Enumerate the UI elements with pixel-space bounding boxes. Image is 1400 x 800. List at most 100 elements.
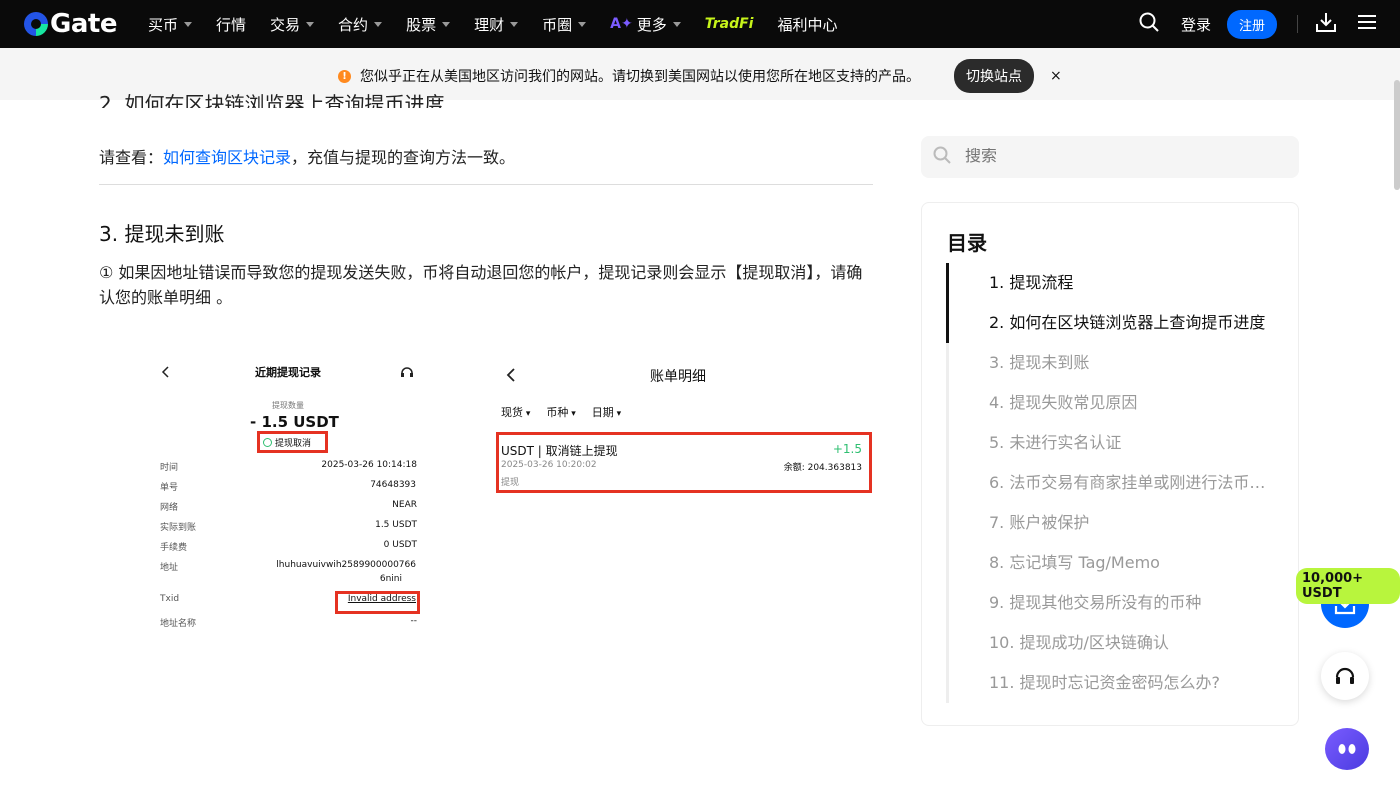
detail-label: 实际到账 [160,523,197,533]
toc-item[interactable]: 11. 提现时忘记资金密码怎么办? [989,663,1269,703]
menu-icon[interactable] [1358,14,1376,34]
bill-entry-balance: 余额: 204.363813 [783,463,862,473]
check-icon [263,438,272,447]
detail-value: 0 USDT [383,540,417,550]
signup-button[interactable]: 注册 [1226,9,1277,39]
shot2-filter: 日期 ▾ [591,406,622,419]
chevron-down-icon [510,21,519,27]
toc-title: 目录 [947,231,987,255]
toc-item[interactable]: 2. 如何在区块链浏览器上查询提币进度 [989,303,1269,343]
chevron-down-icon [672,21,681,27]
section-heading: 3. 提现未到账 [99,222,225,246]
toc-item[interactable]: 7. 账户被保护 [989,503,1269,543]
detail-label: 地址名称 [160,619,197,629]
reward-badge[interactable]: 10,000+ USDT [1296,568,1400,604]
download-icon[interactable] [1316,12,1336,36]
detail-label: Txid [160,594,180,604]
nav-menu: 买币 行情 交易 合约 股票 理财 币圈 A✦ 更多 TradFi 福利中心 [148,0,861,48]
search-icon [933,146,951,168]
toc-item[interactable]: 4. 提现失败常见原因 [989,383,1269,423]
section-divider [99,184,873,185]
detail-label: 时间 [160,463,179,473]
bill-entry-title: USDT | 取消链上提现 [501,444,618,458]
gate-logo-icon [24,12,48,36]
toc-item[interactable]: 8. 忘记填写 Tag/Memo [989,543,1269,583]
nav-right: 登录 注册 [1139,0,1376,48]
detail-label: 网络 [160,503,179,513]
nav-item-4[interactable]: 股票 [406,14,451,35]
search-input[interactable] [965,148,1265,166]
chevron-down-icon: ▾ [523,409,531,419]
detail-value: 1.5 USDT [375,520,417,530]
close-icon[interactable]: × [1050,68,1062,84]
switch-site-button[interactable]: 切换站点 [954,59,1034,93]
toc-rail-active [946,263,949,343]
nav-item-6[interactable]: 币圈 [542,14,587,35]
headset-icon [1335,667,1355,684]
paragraph-address-error: ① 如果因地址错误而导致您的提现发送失败，币将自动退回您的帐户，提现记录则会显示… [99,263,863,307]
ai-icon: A✦ [610,16,633,32]
chevron-down-icon: ▾ [613,409,622,419]
shot2-filter: 币种 ▾ [546,406,576,419]
toc-item[interactable]: 3. 提现未到账 [989,343,1269,383]
ai-bot-icon [1338,744,1356,754]
chevron-down-icon: ▾ [568,409,576,419]
nav-item-7[interactable]: A✦ 更多 [610,14,681,35]
nav-item-2[interactable]: 交易 [270,14,315,35]
chevron-down-icon [578,21,587,27]
nav-item-3[interactable]: 合约 [338,14,383,35]
headset-icon [401,367,413,377]
toc-item[interactable]: 9. 提现其他交易所没有的币种 [989,583,1269,623]
detail-value: NEAR [392,500,417,510]
shot2-title: 账单明细 [650,369,706,385]
txid-highlight [335,591,420,614]
detail-label: 单号 [160,483,179,493]
toc-item[interactable]: 1. 提现流程 [989,263,1269,303]
tradfi-link[interactable]: TradFi [705,16,754,32]
paragraph-query: 请查看：如何查询区块记录，充值与提现的查询方法一致。 [99,148,516,167]
shot1-title: 近期提现记录 [255,366,321,379]
welfare-center-link[interactable]: 福利中心 [777,14,837,35]
back-icon [506,368,515,382]
logo-text: Gate [50,9,117,39]
shot2-filters: 现货 ▾ 币种 ▾ 日期 ▾ [501,404,637,420]
sidebar-search [921,136,1299,178]
page-scrollbar[interactable] [1394,80,1400,190]
detail-value: 2025-03-26 10:14:18 [321,460,417,470]
detail-value: -- [410,616,418,626]
banner-message: 您似乎正在从美国地区访问我们的网站。请切换到美国网站以使用您所在地区支持的产品。 [360,69,920,85]
nav-item-5[interactable]: 理财 [474,14,519,35]
detail-value: lhuhuavuivwih2589900000766 [276,560,416,570]
bill-entry-amount: +1.5 [832,442,862,456]
shot1-amount: - 1.5 USDT [250,413,339,431]
login-link[interactable]: 登录 [1181,14,1211,35]
toc-list: 1. 提现流程 2. 如何在区块链浏览器上查询提币进度 3. 提现未到账 4. 提现失… [989,263,1269,703]
toc-item[interactable]: 10. 提现成功/区块链确认 [989,623,1269,663]
search-icon[interactable] [1139,12,1159,36]
chevron-down-icon [442,21,451,27]
nav-item-1[interactable]: 行情 [216,14,246,35]
section-heading-partial: 2. 如何在区块链浏览器上查询提币进度 [99,92,445,108]
shot2-filter: 现货 ▾ [501,406,531,419]
query-block-record-link[interactable]: 如何查询区块记录 [163,148,291,167]
chevron-down-icon [374,21,383,27]
top-nav: Gate 买币 行情 交易 合约 股票 理财 币圈 A✦ 更多 TradFi 福利中心 登录 注册 [0,0,1400,48]
address-tail: 6nini [379,574,402,584]
detail-label: 手续费 [160,543,188,553]
detail-value: 74648393 [370,480,416,490]
chevron-down-icon [184,21,193,27]
nav-divider [1297,15,1298,33]
back-icon [161,366,169,378]
bill-detail-screenshot: 账单明细 现货 ▾ 币种 ▾ 日期 ▾ USDT | 取消链上提现 +1.5 202… [494,352,876,502]
bill-entry-time: 2025-03-26 10:20:02 [501,460,597,470]
withdraw-record-screenshot: 近期提现记录 提现数量 - 1.5 USDT 提现取消 时间 2025-03-26… [145,352,428,634]
ai-assistant-button[interactable] [1325,728,1369,770]
table-of-contents: 目录 1. 提现流程 2. 如何在区块链浏览器上查询提币进度 3. 提现未到账 4. … [921,202,1299,726]
customer-service-button[interactable] [1321,652,1369,700]
warning-icon: ! [338,69,351,83]
gate-logo[interactable]: Gate [24,9,117,39]
chevron-down-icon [306,21,315,27]
nav-item-0[interactable]: 买币 [148,14,193,35]
toc-item[interactable]: 6. 法币交易有商家挂单或刚进行法币交易 [989,463,1269,503]
toc-item[interactable]: 5. 未进行实名认证 [989,423,1269,463]
